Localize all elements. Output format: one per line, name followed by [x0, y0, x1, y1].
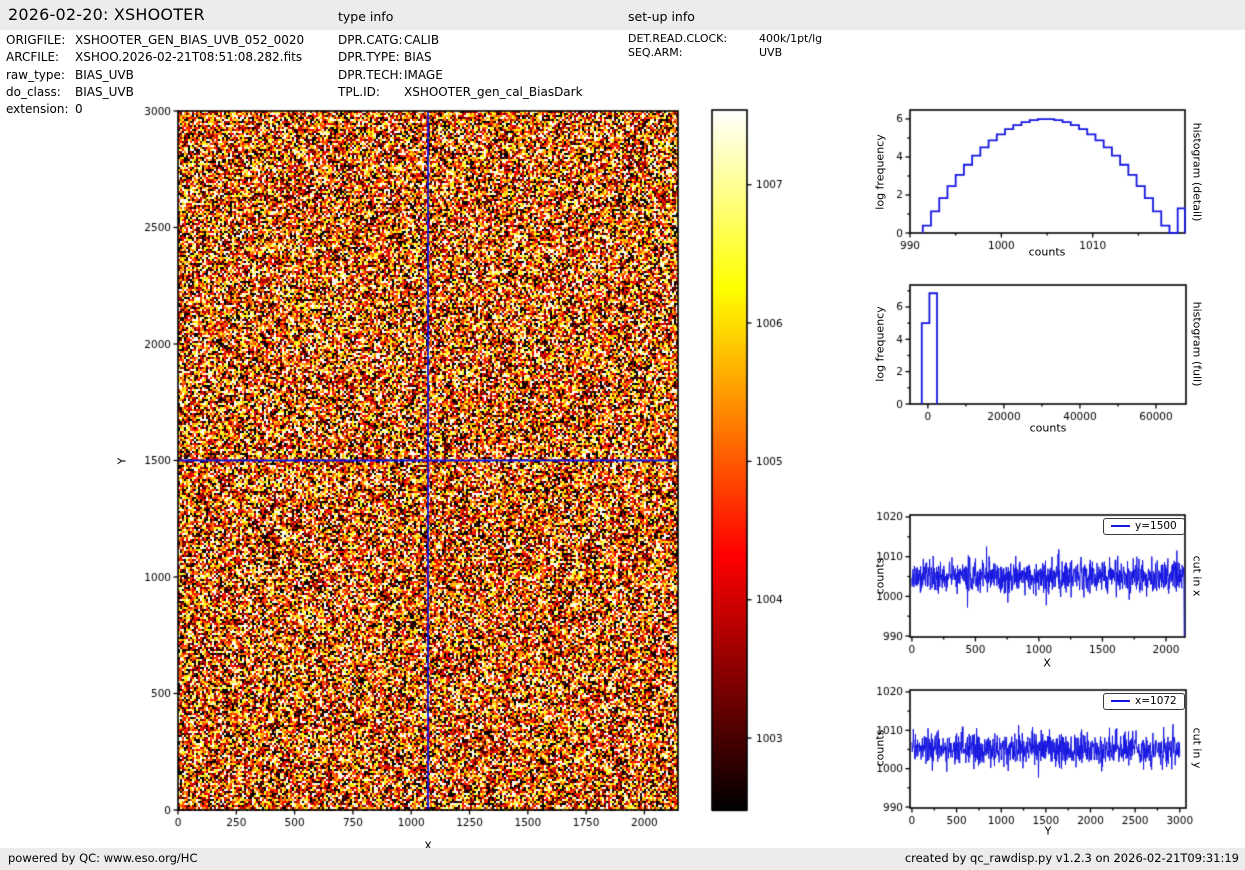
info-value: BIAS_UVB — [75, 68, 134, 82]
cut-y-legend-label: x=1072 — [1135, 695, 1177, 707]
cut-x-xlabel: X — [1043, 657, 1051, 670]
info-value: CALIB — [404, 33, 439, 47]
page-title: 2026-02-20: XSHOOTER — [8, 5, 205, 24]
info-label: DPR.TECH: — [338, 68, 404, 82]
info-label: DET.READ.CLOCK: — [628, 32, 759, 45]
info-label: extension: — [6, 102, 75, 116]
footer-bar: powered by QC: www.eso.org/HC created by… — [0, 848, 1245, 870]
cut-y-ylabel: counts — [874, 730, 887, 767]
qc-report-page: 2026-02-20: XSHOOTER type info set-up in… — [0, 0, 1245, 870]
cut-y-legend: x=1072 — [1103, 693, 1185, 710]
cut-x-side-label: cut in x — [1191, 556, 1204, 597]
legend-line-sample — [1111, 700, 1130, 702]
cut-x-legend-label: y=1500 — [1135, 520, 1177, 532]
info-label: ARCFILE: — [6, 50, 75, 64]
info-value: 400k/1pt/lg — [759, 32, 822, 45]
info-value: BIAS — [404, 50, 432, 64]
info-row-origfile: ORIGFILE:XSHOOTER_GEN_BIAS_UVB_052_0020 — [6, 33, 304, 47]
cut-y-side-label: cut in y — [1191, 728, 1204, 769]
hist-full-side-label: histogram (full) — [1191, 302, 1204, 387]
setup-row-read-clock: DET.READ.CLOCK:400k/1pt/lg — [628, 32, 822, 45]
cut-x-ylabel: counts — [874, 558, 887, 595]
footer-left-text: powered by QC: www.eso.org/HC — [8, 851, 197, 865]
hist-full-xlabel: counts — [1030, 422, 1067, 435]
setup-row-seq-arm: SEQ.ARM:UVB — [628, 46, 782, 59]
type-row-dpr-catg: DPR.CATG:CALIB — [338, 33, 439, 47]
hist-detail-side-label: histogram (detail) — [1191, 123, 1204, 222]
info-value: UVB — [759, 46, 782, 59]
legend-line-sample — [1111, 525, 1130, 527]
footer-right-text: created by qc_rawdisp.py v1.2.3 on 2026-… — [905, 851, 1239, 865]
info-value: XSHOO.2026-02-21T08:51:08.282.fits — [75, 50, 302, 64]
histogram-detail-canvas — [855, 98, 1245, 270]
info-label: SEQ.ARM: — [628, 46, 759, 59]
hist-full-ylabel: log frequency — [874, 306, 887, 381]
header-bar: 2026-02-20: XSHOOTER type info set-up in… — [0, 0, 1245, 30]
info-label: DPR.TYPE: — [338, 50, 404, 64]
info-value: XSHOOTER_GEN_BIAS_UVB_052_0020 — [75, 33, 304, 47]
cut-y-xlabel: Y — [1045, 825, 1052, 838]
cut-x-legend: y=1500 — [1103, 518, 1185, 535]
type-info-heading: type info — [338, 9, 393, 24]
hist-detail-xlabel: counts — [1029, 246, 1066, 259]
info-row-raw-type: raw_type:BIAS_UVB — [6, 68, 134, 82]
bias-image-canvas — [108, 95, 808, 855]
histogram-full-canvas — [855, 273, 1245, 445]
info-value: 0 — [75, 102, 83, 116]
info-row-extension: extension:0 — [6, 102, 83, 116]
cut-in-x-canvas — [855, 503, 1245, 678]
main-ylabel: Y — [116, 458, 129, 465]
info-label: ORIGFILE: — [6, 33, 75, 47]
info-value: IMAGE — [404, 68, 443, 82]
type-row-dpr-type: DPR.TYPE:BIAS — [338, 50, 432, 64]
info-label: do_class: — [6, 85, 75, 99]
info-row-arcfile: ARCFILE:XSHOO.2026-02-21T08:51:08.282.fi… — [6, 50, 302, 64]
info-label: raw_type: — [6, 68, 75, 82]
setup-info-heading: set-up info — [628, 9, 695, 24]
type-row-dpr-tech: DPR.TECH:IMAGE — [338, 68, 443, 82]
info-label: DPR.CATG: — [338, 33, 404, 47]
hist-detail-ylabel: log frequency — [874, 134, 887, 209]
